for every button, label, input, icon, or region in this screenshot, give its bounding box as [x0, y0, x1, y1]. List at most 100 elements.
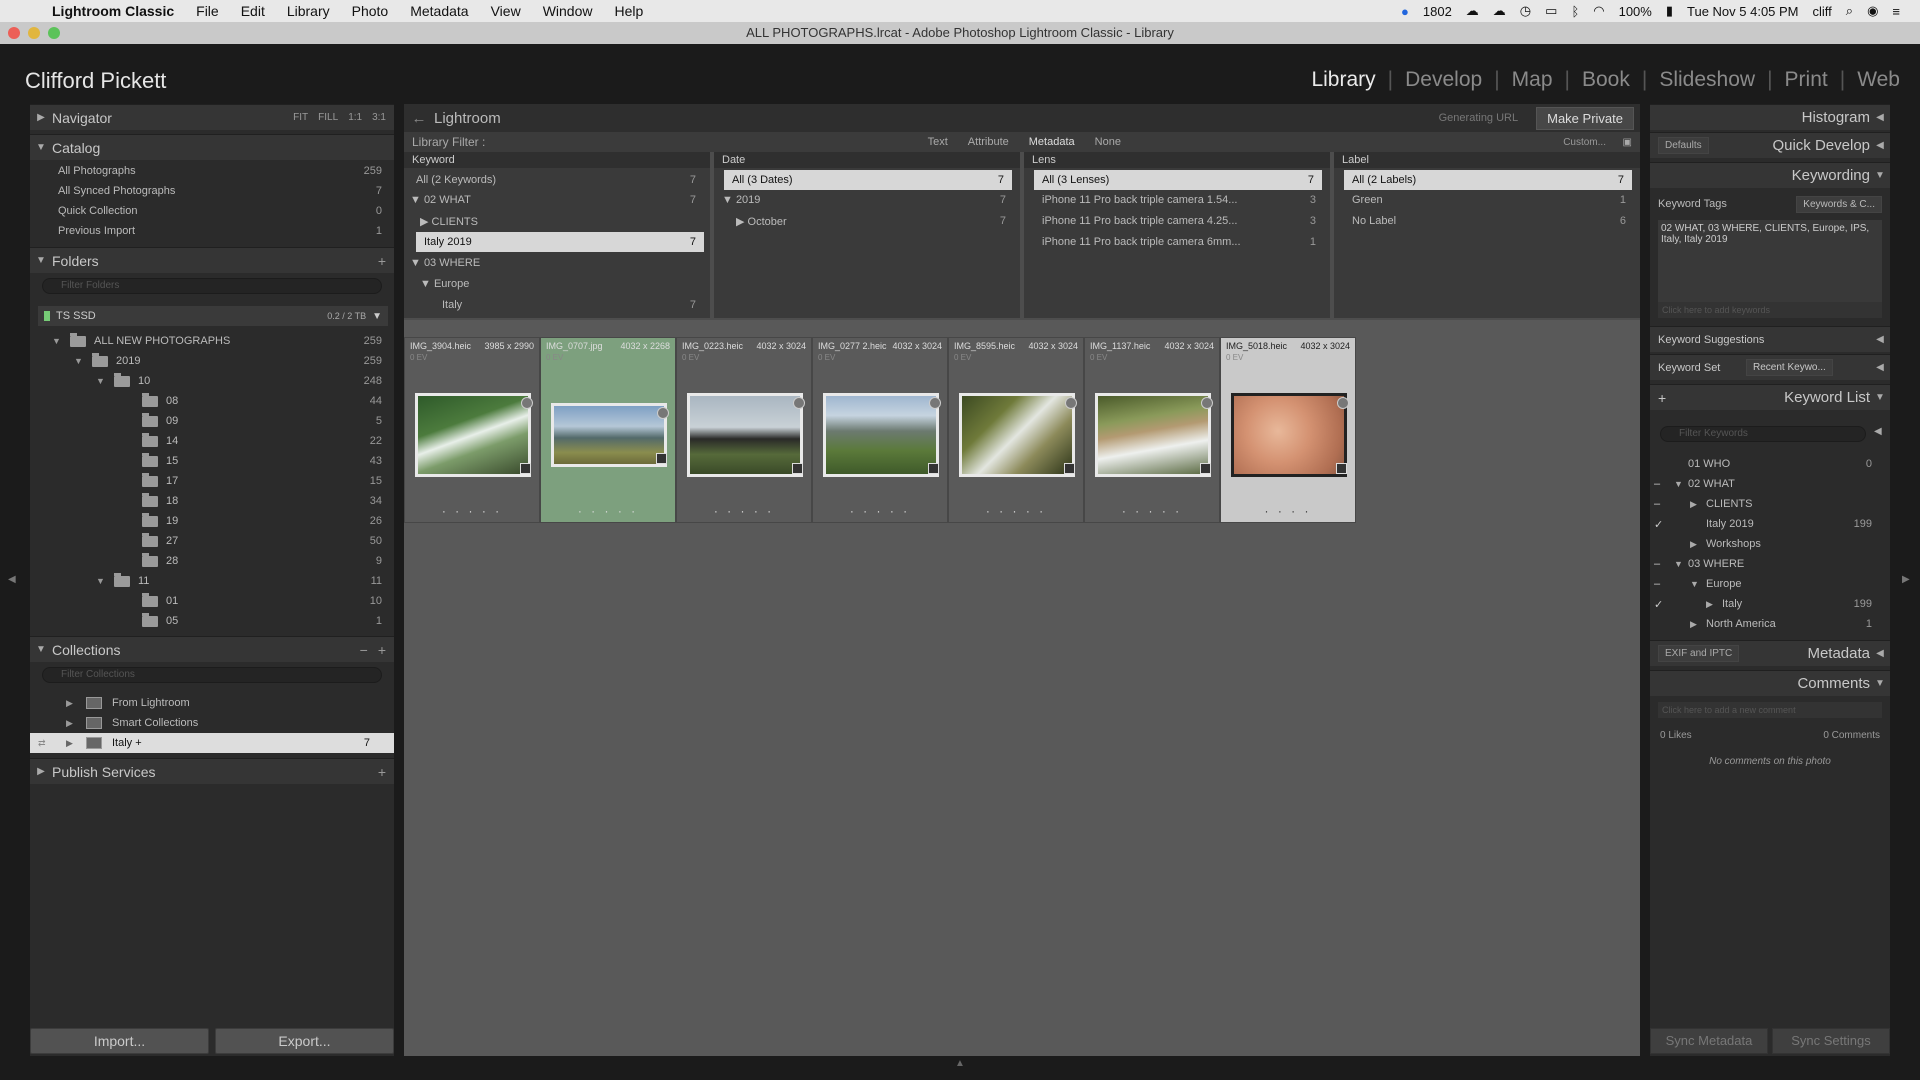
add-publish-service-icon[interactable]: + — [378, 764, 386, 780]
bluetooth-icon[interactable]: ᛒ — [1571, 4, 1579, 19]
folder-row[interactable]: 27 50 — [30, 531, 394, 551]
publish-services-header[interactable]: ▶ Publish Services + — [30, 758, 394, 784]
quick-collection-badge[interactable] — [1065, 397, 1077, 409]
left-panel-edge[interactable]: ◀ — [0, 104, 26, 1056]
keyword-list-item[interactable]: ▶ North America 1 — [1650, 614, 1890, 634]
app-menu[interactable]: Lightroom Classic — [52, 3, 174, 19]
keyword-badge-icon[interactable] — [520, 463, 531, 474]
keyword-badge-icon[interactable] — [1200, 463, 1211, 474]
keyword-row[interactable]: ▼ Europe — [404, 274, 704, 294]
user-name[interactable]: cliff — [1813, 4, 1832, 19]
keyword-badge-icon[interactable] — [792, 463, 803, 474]
folder-row[interactable]: ▼ ALL NEW PHOTOGRAPHS 259 — [30, 331, 394, 351]
remove-collection-icon[interactable]: − — [360, 642, 368, 658]
expand-icon[interactable]: ▶ — [66, 738, 73, 749]
expand-filmstrip-icon[interactable]: ▲ — [955, 1058, 965, 1069]
menu-help[interactable]: Help — [614, 3, 643, 19]
lens-row[interactable]: iPhone 11 Pro back triple camera 1.54...… — [1024, 190, 1324, 210]
check-icon[interactable]: ✓ — [1654, 598, 1663, 611]
add-keyword-icon[interactable]: + — [1658, 390, 1666, 406]
volume-ts-ssd[interactable]: TS SSD 0.2 / 2 TB ▼ — [38, 306, 388, 326]
collapse-icon[interactable]: ▼ — [1674, 559, 1683, 569]
folder-row[interactable]: ▼ 11 11 — [30, 571, 394, 591]
module-print[interactable]: Print — [1773, 68, 1840, 92]
partial-check-icon[interactable]: – — [1654, 478, 1660, 490]
keyword-tags-select[interactable]: Keywords & C... — [1796, 195, 1882, 213]
keyword-row[interactable]: All (2 Keywords) 7 — [404, 170, 704, 190]
folder-expand-icon[interactable]: ▼ — [74, 356, 83, 366]
photo-cell[interactable]: IMG_0277 2.heic 4032 x 3024 0 EV · · · · … — [812, 337, 948, 523]
quick-develop-preset-select[interactable]: Defaults — [1658, 137, 1709, 154]
keyword-list-item[interactable]: ✓ ▶ Italy 199 — [1650, 594, 1890, 614]
collapse-icon[interactable]: ▼ — [30, 644, 52, 655]
back-arrow-icon[interactable]: ← — [404, 110, 434, 127]
navigator-header[interactable]: ▶ Navigator FIT FILL 1:1 3:1 — [30, 104, 394, 130]
sync-metadata-button[interactable]: Sync Metadata — [1650, 1028, 1768, 1054]
clock-datetime[interactable]: Tue Nov 5 4:05 PM — [1687, 4, 1799, 19]
rating-stars[interactable]: · · · · — [1221, 504, 1355, 518]
expand-icon[interactable]: ◀ — [1870, 334, 1890, 345]
module-library[interactable]: Library — [1299, 68, 1387, 92]
menu-metadata[interactable]: Metadata — [410, 3, 468, 19]
column-header[interactable]: Date — [714, 152, 1020, 168]
collapse-icon[interactable]: ▼ — [30, 142, 52, 153]
make-private-button[interactable]: Make Private — [1536, 106, 1634, 130]
keyword-badge-icon[interactable] — [928, 463, 939, 474]
filter-folders-input[interactable]: Filter Folders — [42, 278, 382, 294]
lens-row[interactable]: iPhone 11 Pro back triple camera 6mm... 1 — [1024, 232, 1324, 252]
zoom-1-1[interactable]: 1:1 — [348, 112, 362, 123]
collapse-icon[interactable]: ▼ — [1870, 170, 1890, 181]
column-header[interactable]: Keyword — [404, 152, 710, 168]
import-button[interactable]: Import... — [30, 1028, 209, 1054]
menu-window[interactable]: Window — [543, 3, 593, 19]
collapse-icon[interactable]: ▼ — [30, 255, 52, 266]
photo-cell[interactable]: IMG_8595.heic 4032 x 3024 0 EV · · · · · — [948, 337, 1084, 523]
lock-icon[interactable]: ▣ — [1623, 137, 1632, 148]
keyword-tags-textarea[interactable]: 02 WHAT, 03 WHERE, CLIENTS, Europe, IPS,… — [1658, 220, 1882, 308]
expand-icon[interactable]: ▶ — [66, 718, 73, 729]
filter-collections-input[interactable]: Filter Collections — [42, 667, 382, 683]
keyword-list-item[interactable]: – ▼ 02 WHAT — [1650, 474, 1890, 494]
date-row-selected[interactable]: All (3 Dates) 7 — [724, 170, 1012, 190]
date-row[interactable]: ▶ October 7 — [714, 211, 1014, 231]
filter-tab-attribute[interactable]: Attribute — [968, 136, 1009, 148]
photo-cell[interactable]: IMG_3904.heic 3985 x 2990 0 EV · · · · · — [404, 337, 540, 523]
control-center-icon[interactable]: ≡ — [1892, 4, 1900, 19]
quick-collection-badge[interactable] — [1337, 397, 1349, 409]
expand-icon[interactable]: ▶ — [1690, 539, 1697, 550]
quick-collection-badge[interactable] — [1201, 397, 1213, 409]
filter-keywords-input[interactable]: Filter Keywords — [1660, 426, 1866, 442]
keyword-badge-icon[interactable] — [1064, 463, 1075, 474]
folder-row[interactable]: 08 44 — [30, 391, 394, 411]
add-keywords-input[interactable]: Click here to add keywords — [1658, 302, 1882, 318]
collapse-left-icon[interactable]: ◀ — [8, 574, 16, 585]
folder-row[interactable]: 17 15 — [30, 471, 394, 491]
folder-row[interactable]: 28 9 — [30, 551, 394, 571]
label-row[interactable]: No Label 6 — [1334, 211, 1634, 231]
filter-collapse-icon[interactable]: ◀ — [1874, 426, 1882, 437]
minimize-window-button[interactable] — [28, 27, 40, 39]
label-row[interactable]: Green 1 — [1334, 190, 1634, 210]
keyword-badge-icon[interactable] — [1336, 463, 1347, 474]
keyword-set-header[interactable]: Keyword Set Recent Keywo... ◀ — [1650, 354, 1890, 380]
collection-set[interactable]: ▶ From Lightroom — [30, 693, 394, 713]
clock-icon[interactable]: ◷ — [1520, 3, 1531, 19]
folder-expand-icon[interactable]: ▼ — [96, 376, 105, 386]
filter-tab-none[interactable]: None — [1095, 136, 1121, 148]
spotlight-search-icon[interactable]: ⌕ — [1846, 3, 1853, 19]
metadata-header[interactable]: EXIF and IPTC Metadata ◀ — [1650, 640, 1890, 666]
column-header[interactable]: Label — [1334, 152, 1640, 168]
quick-collection-badge[interactable] — [521, 397, 533, 409]
keywording-header[interactable]: Keywording ▼ — [1650, 162, 1890, 188]
folder-row[interactable]: 05 1 — [30, 611, 394, 631]
date-row[interactable]: ▼ 2019 7 — [714, 190, 1014, 210]
keyword-list-item[interactable]: – ▶ CLIENTS — [1650, 494, 1890, 514]
photo-thumbnail-valley[interactable] — [823, 393, 939, 477]
folder-expand-icon[interactable]: ▼ — [52, 336, 61, 346]
siri-icon[interactable]: ◉ — [1867, 3, 1878, 19]
label-row-selected[interactable]: All (2 Labels) 7 — [1344, 170, 1632, 190]
lens-row[interactable]: iPhone 11 Pro back triple camera 4.25...… — [1024, 211, 1324, 231]
keyword-row[interactable]: ▶ CLIENTS — [404, 211, 704, 231]
sync-settings-button[interactable]: Sync Settings — [1772, 1028, 1890, 1054]
status-shield-icon[interactable]: ● — [1401, 4, 1409, 19]
